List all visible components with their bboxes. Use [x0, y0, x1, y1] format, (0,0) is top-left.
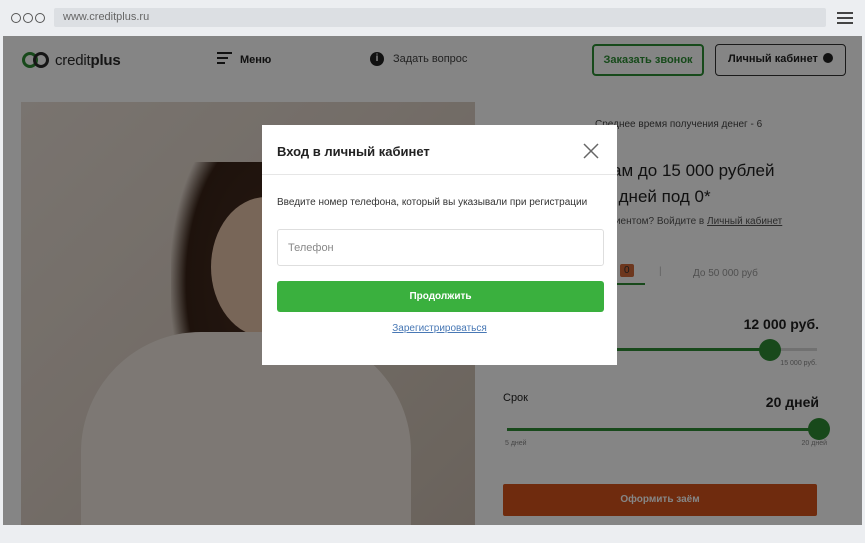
phone-input[interactable]	[277, 229, 604, 266]
window-dot-icon	[35, 13, 45, 23]
continue-button[interactable]: Продолжить	[277, 281, 604, 312]
web-page: creditplus Меню i Задать вопрос Заказать…	[3, 36, 862, 525]
browser-window: www.creditplus.ru creditplus Меню i Зада…	[0, 0, 865, 543]
modal-title: Вход в личный кабинет	[277, 144, 430, 159]
login-modal: Вход в личный кабинет Введите номер теле…	[262, 125, 617, 365]
register-link[interactable]: Зарегистрироваться	[262, 323, 617, 334]
browser-menu-icon[interactable]	[837, 12, 853, 24]
browser-toolbar: www.creditplus.ru	[0, 0, 865, 36]
window-dot-icon	[11, 13, 21, 23]
modal-divider	[262, 174, 617, 175]
close-icon[interactable]	[582, 142, 600, 160]
modal-hint: Введите номер телефона, который вы указы…	[277, 197, 588, 208]
window-dot-icon	[23, 13, 33, 23]
address-bar[interactable]: www.creditplus.ru	[54, 8, 826, 27]
